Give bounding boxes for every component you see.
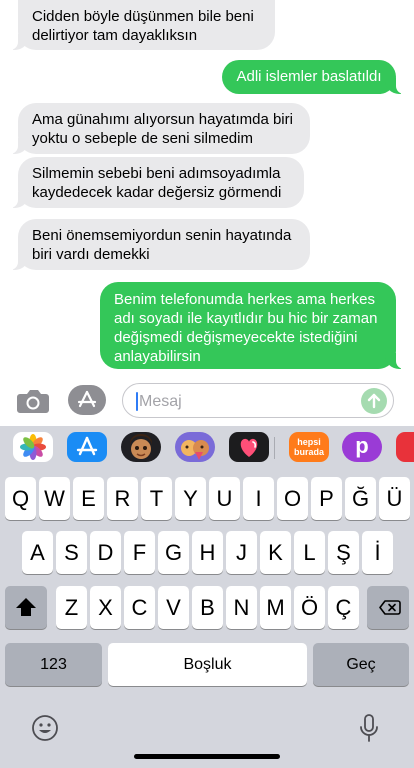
app-icon[interactable] bbox=[396, 432, 414, 462]
numbers-key[interactable]: 123 bbox=[5, 643, 102, 686]
key-v[interactable]: V bbox=[158, 586, 189, 629]
message-bubble-incoming[interactable]: Cidden böyle düşünmen bile beni delirtiy… bbox=[8, 0, 275, 50]
message-bubble-outgoing[interactable]: Benim telefonumda herkes ama herkes adı … bbox=[100, 282, 406, 369]
key-r[interactable]: R bbox=[107, 477, 138, 520]
key-s[interactable]: S bbox=[56, 531, 87, 574]
message-input[interactable]: Mesaj bbox=[122, 383, 394, 418]
key-p[interactable]: P bbox=[311, 477, 342, 520]
emoji-icon[interactable] bbox=[30, 713, 60, 743]
key-x[interactable]: X bbox=[90, 586, 121, 629]
app-letter: p bbox=[355, 433, 369, 458]
message-input-placeholder: Mesaj bbox=[139, 393, 182, 410]
message-text: Silmemin sebebi beni adımsoyadımla kayde… bbox=[32, 165, 282, 201]
memoji-stickers-icon[interactable] bbox=[175, 432, 215, 462]
key-y[interactable]: Y bbox=[175, 477, 206, 520]
keyboard: Q W E R T Y U I O P Ğ Ü A S D F G H J K … bbox=[0, 470, 414, 768]
message-bubble-incoming[interactable]: Silmemin sebebi beni adımsoyadımla kayde… bbox=[8, 157, 304, 208]
key-w[interactable]: W bbox=[39, 477, 70, 520]
app-drawer-divider bbox=[274, 437, 275, 459]
key-i-dotted[interactable]: İ bbox=[362, 531, 393, 574]
key-a[interactable]: A bbox=[22, 531, 53, 574]
text-cursor bbox=[136, 392, 138, 411]
message-bubble-incoming[interactable]: Ama günahımı alıyorsun hayatımda biri yo… bbox=[8, 103, 310, 154]
key-m[interactable]: M bbox=[260, 586, 291, 629]
delete-icon bbox=[379, 600, 401, 615]
message-bubble-outgoing[interactable]: Adli islemler baslatıldı bbox=[222, 60, 406, 94]
key-n[interactable]: N bbox=[226, 586, 257, 629]
key-g[interactable]: G bbox=[158, 531, 189, 574]
app-store-icon[interactable] bbox=[68, 385, 106, 415]
key-t[interactable]: T bbox=[141, 477, 172, 520]
message-text: Ama günahımı alıyorsun hayatımda biri yo… bbox=[32, 111, 293, 147]
space-key[interactable]: Boşluk bbox=[108, 643, 307, 686]
key-c-cedilla[interactable]: Ç bbox=[328, 586, 359, 629]
key-d[interactable]: D bbox=[90, 531, 121, 574]
home-indicator[interactable] bbox=[134, 754, 280, 759]
message-text: Benim telefonumda herkes ama herkes adı … bbox=[114, 291, 378, 365]
send-button[interactable] bbox=[361, 388, 387, 414]
arrow-up-icon bbox=[367, 393, 381, 409]
app-label-bottom: burada bbox=[293, 447, 324, 457]
hepsiburada-app-icon[interactable]: hepsi burada bbox=[289, 432, 329, 462]
return-key[interactable]: Geç bbox=[313, 643, 409, 686]
key-c[interactable]: C bbox=[124, 586, 155, 629]
key-b[interactable]: B bbox=[192, 586, 223, 629]
key-l[interactable]: L bbox=[294, 531, 325, 574]
key-o-umlaut[interactable]: Ö bbox=[294, 586, 325, 629]
heart-icon[interactable] bbox=[229, 432, 269, 462]
key-z[interactable]: Z bbox=[56, 586, 87, 629]
photos-icon[interactable] bbox=[13, 432, 53, 462]
app-store-icon[interactable] bbox=[67, 432, 107, 462]
delete-key[interactable] bbox=[367, 586, 409, 629]
key-j[interactable]: J bbox=[226, 531, 257, 574]
key-o[interactable]: O bbox=[277, 477, 308, 520]
shift-icon bbox=[16, 598, 36, 616]
camera-icon[interactable] bbox=[16, 386, 50, 416]
compose-bar: Mesaj bbox=[0, 376, 414, 426]
key-h[interactable]: H bbox=[192, 531, 223, 574]
imessage-app-drawer: hepsi burada p bbox=[0, 426, 414, 470]
app-label-top: hepsi bbox=[297, 437, 321, 447]
message-bubble-incoming[interactable]: Beni önemsemiyordun senin hayatında biri… bbox=[8, 219, 310, 270]
key-u[interactable]: U bbox=[209, 477, 240, 520]
key-q[interactable]: Q bbox=[5, 477, 36, 520]
key-g-breve[interactable]: Ğ bbox=[345, 477, 376, 520]
picsart-app-icon[interactable]: p bbox=[342, 432, 382, 462]
key-k[interactable]: K bbox=[260, 531, 291, 574]
message-text: Adli islemler baslatıldı bbox=[236, 68, 382, 85]
key-i[interactable]: I bbox=[243, 477, 274, 520]
shift-key[interactable] bbox=[5, 586, 47, 629]
memoji-icon[interactable] bbox=[121, 432, 161, 462]
key-u-umlaut[interactable]: Ü bbox=[379, 477, 410, 520]
key-s-cedilla[interactable]: Ş bbox=[328, 531, 359, 574]
key-f[interactable]: F bbox=[124, 531, 155, 574]
message-text: Beni önemsemiyordun senin hayatında biri… bbox=[32, 227, 292, 263]
microphone-icon[interactable] bbox=[355, 712, 383, 744]
message-text: Cidden böyle düşünmen bile beni delirtiy… bbox=[32, 8, 254, 44]
key-e[interactable]: E bbox=[73, 477, 104, 520]
